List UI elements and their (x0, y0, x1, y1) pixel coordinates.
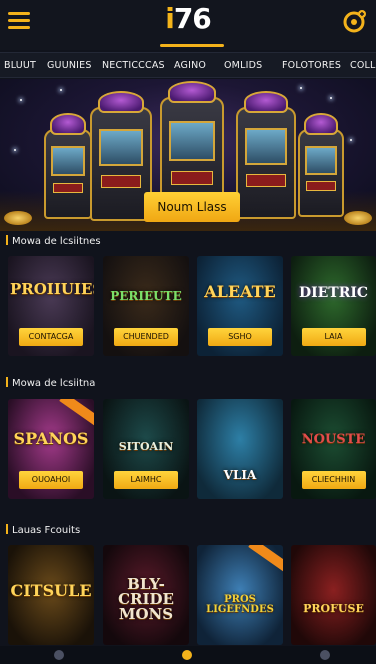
coin-pile-left (4, 211, 32, 225)
nav-home-icon[interactable] (54, 650, 64, 660)
top-header: i76 (0, 0, 376, 50)
section-title-text: Mowa de lcsiitna (12, 378, 96, 389)
nav-profile-icon[interactable] (320, 650, 330, 660)
user-coin-icon[interactable] (342, 8, 368, 34)
casino-app: i76 BLUUT GUUNIES NECTICCCAS AGINO OMLID… (0, 0, 376, 664)
game-card[interactable]: NOUSTE CLIECHHIN (291, 399, 376, 499)
slot-machine-left (44, 113, 92, 219)
nav-center-icon[interactable] (182, 650, 192, 660)
game-title: DIETRIC (298, 285, 369, 301)
game-title: SITOAIN (118, 440, 174, 453)
game-card[interactable]: PROIIUIES CONTACGA (8, 256, 94, 356)
tab-folotores[interactable]: FOLOTORES (282, 53, 341, 77)
tab-agino[interactable]: AGINO (174, 53, 206, 77)
game-title: PROFUSE (303, 602, 364, 615)
section-title-text: Lauas Fcouits (12, 525, 81, 536)
game-title: NOUSTE (301, 432, 366, 447)
game-card[interactable]: SITOAIN LAIMHC (103, 399, 189, 499)
brand-logo[interactable]: i76 (165, 2, 212, 35)
game-title: PROS LIGEFNDES (206, 594, 274, 615)
game-card[interactable]: PROS LIGEFNDES (197, 545, 283, 645)
logo-underline (160, 44, 224, 47)
logo-number: 76 (173, 2, 212, 35)
hamburger-menu-icon[interactable] (8, 12, 30, 30)
game-card[interactable]: PROFUSE (291, 545, 376, 645)
slot-machine-right (298, 113, 344, 217)
bottom-nav (0, 646, 376, 664)
game-card[interactable]: CITSULE (8, 545, 94, 645)
slot-machine-mid-right (236, 91, 296, 219)
slot-machine-mid-left (90, 91, 152, 221)
game-row: CITSULE BLY- CRIDE MONS PROS LIGEFNDES P… (0, 545, 376, 645)
game-title: ALEATE (204, 282, 276, 301)
game-card[interactable]: DIETRIC LAIA (291, 256, 376, 356)
section-title: Lauas Fcouits (0, 522, 376, 540)
tab-guunies[interactable]: GUUNIES (47, 53, 92, 77)
tab-bluut[interactable]: BLUUT (4, 53, 36, 77)
game-title: VLIA (223, 468, 257, 482)
game-title: CITSULE (10, 581, 92, 600)
coin-pile-right (344, 211, 372, 225)
play-button[interactable]: OUOAHOI (19, 471, 83, 489)
hero-cta-button[interactable]: Noum Llass (144, 192, 240, 222)
logo-prefix: i (165, 2, 175, 35)
game-card[interactable]: ALEATE SGHO (197, 256, 283, 356)
game-card[interactable]: VLIA (197, 399, 283, 499)
game-title: BLY- CRIDE MONS (118, 575, 174, 623)
play-button[interactable]: CONTACGA (19, 328, 83, 346)
play-button[interactable]: CLIECHHIN (301, 471, 366, 489)
play-button[interactable]: CHUENDED (114, 328, 178, 346)
game-card[interactable]: SPANOS OUOAHOI (8, 399, 94, 499)
tab-omlids[interactable]: OMLIDS (224, 53, 262, 77)
tab-necticccas[interactable]: NECTICCCAS (102, 53, 165, 77)
game-card[interactable]: PERIEUTE CHUENDED (103, 256, 189, 356)
category-tabs: BLUUT GUUNIES NECTICCCAS AGINO OMLIDS FO… (0, 52, 376, 78)
game-card[interactable]: BLY- CRIDE MONS (103, 545, 189, 645)
game-title: PERIEUTE (110, 289, 182, 303)
game-title: SPANOS (13, 429, 89, 448)
game-row: SPANOS OUOAHOI SITOAIN LAIMHC VLIA NOUST… (0, 399, 376, 503)
section-title-text: Mowa de lcsiitnes (12, 236, 101, 247)
play-button[interactable]: LAIA (301, 328, 366, 346)
tab-coll[interactable]: COLL (350, 53, 376, 77)
game-row: PROIIUIES CONTACGA PERIEUTE CHUENDED ALE… (0, 256, 376, 360)
play-button[interactable]: SGHO (208, 328, 272, 346)
game-title: PROIIUIES (10, 280, 94, 298)
hero-banner: Noum Llass (0, 79, 376, 231)
section-title: Mowa de lcsiitnes (0, 233, 376, 251)
section-title: Mowa de lcsiitna (0, 375, 376, 393)
play-button[interactable]: LAIMHC (114, 471, 178, 489)
